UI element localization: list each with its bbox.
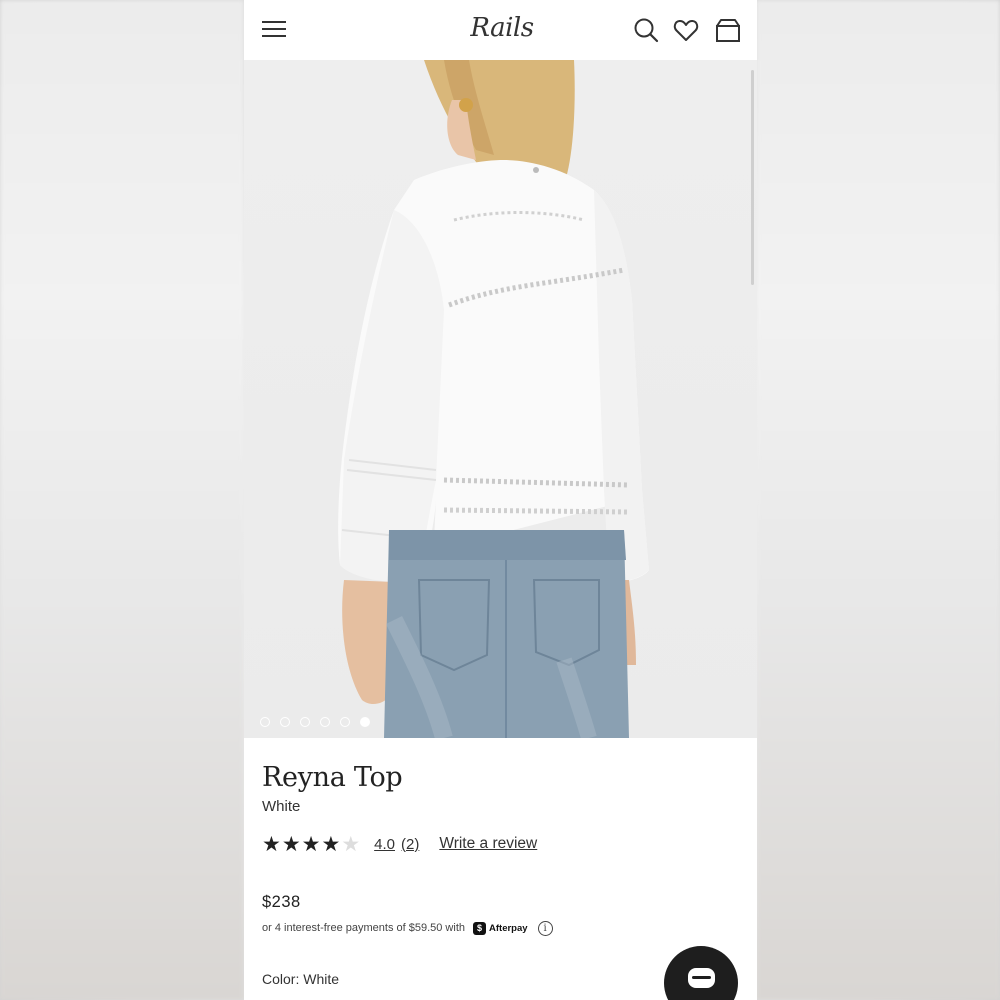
image-scrollbar[interactable] — [751, 70, 754, 285]
installments-text: or 4 interest-free payments of $59.50 wi… — [262, 922, 465, 934]
afterpay-installments: or 4 interest-free payments of $59.50 wi… — [262, 920, 553, 936]
mobile-page: Rails Reyna Top White ★ ★ ★ ★ ★ 4.0 (2) … — [244, 0, 757, 1000]
product-variant: White — [262, 798, 301, 815]
gallery-dot[interactable] — [320, 717, 330, 727]
afterpay-badge[interactable]: $ Afterpay — [473, 921, 528, 935]
star-filled-icon: ★ — [321, 832, 341, 856]
chat-bubble-icon — [688, 968, 715, 988]
afterpay-label: Afterpay — [489, 922, 528, 934]
gallery-dot[interactable] — [280, 717, 290, 727]
site-header: Rails — [244, 0, 757, 60]
product-info: Reyna Top White — [262, 760, 742, 815]
product-title: Reyna Top — [262, 762, 403, 793]
star-filled-icon: ★ — [301, 832, 321, 856]
brand-logo[interactable]: Rails — [464, 10, 540, 46]
hamburger-menu-icon[interactable] — [262, 19, 286, 39]
blurred-backdrop-left — [0, 0, 244, 1000]
rating-value[interactable]: 4.0 — [374, 836, 395, 853]
gallery-pagination — [260, 717, 370, 729]
rating-stars[interactable]: ★ ★ ★ ★ ★ — [262, 834, 360, 855]
product-photo-illustration — [338, 60, 649, 738]
shopping-bag-icon[interactable] — [714, 16, 742, 44]
chat-button[interactable] — [664, 946, 738, 1000]
info-icon[interactable]: i — [537, 920, 553, 936]
gallery-dot[interactable] — [340, 717, 350, 727]
star-filled-icon: ★ — [281, 832, 301, 856]
product-image[interactable] — [244, 60, 757, 738]
color-label: Color: White — [262, 971, 340, 987]
gallery-dot[interactable] — [260, 717, 270, 727]
gallery-dot[interactable] — [300, 717, 310, 727]
rating-row: ★ ★ ★ ★ ★ 4.0 (2) Write a review — [262, 832, 537, 856]
blurred-backdrop-right — [756, 0, 1000, 1000]
heart-icon[interactable] — [672, 16, 700, 44]
rating-count[interactable]: (2) — [401, 836, 419, 853]
star-filled-icon: ★ — [262, 832, 281, 856]
gallery-dot[interactable] — [360, 717, 370, 727]
write-review-link[interactable]: Write a review — [439, 835, 537, 853]
product-price: $238 — [262, 893, 301, 911]
afterpay-logo-icon: $ — [473, 921, 486, 935]
star-empty-icon: ★ — [341, 832, 361, 856]
search-icon[interactable] — [632, 16, 660, 44]
